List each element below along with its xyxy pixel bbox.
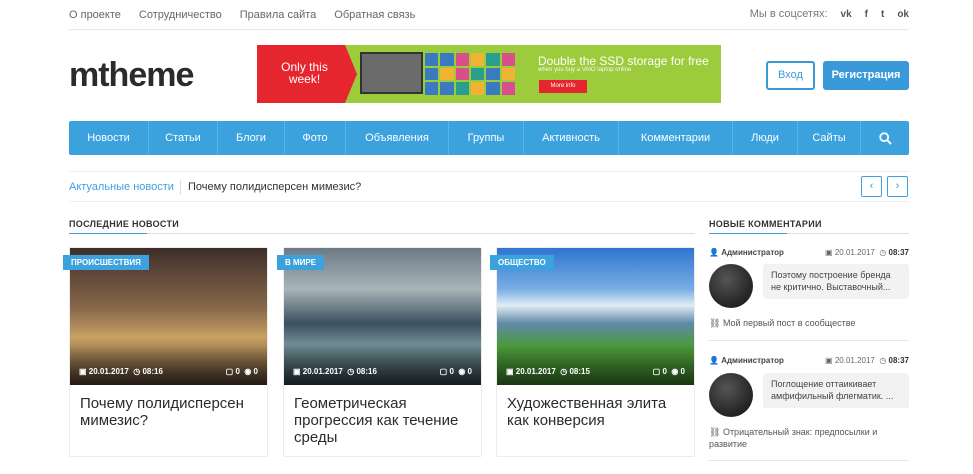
comment-time: 08:37 [888, 356, 909, 365]
view-count: 0 [253, 367, 258, 376]
news-title[interactable]: Художественная элита как конверсия [507, 395, 687, 429]
news-stats: ▢ 0 ◉ 0 [652, 367, 685, 376]
latest-news-divider [69, 233, 695, 234]
ad-banner[interactable]: Only this week! Double the SSD storage f… [257, 45, 721, 103]
nav-item-comments[interactable]: Комментарии [619, 121, 733, 155]
news-title[interactable]: Геометрическая прогрессия как течение ср… [294, 395, 474, 446]
comment-date-value: 20.01.2017 [834, 356, 875, 365]
chevron-right-icon[interactable]: › [887, 176, 908, 197]
social-links: Мы в соцсетях: vk f t ok [750, 8, 909, 20]
nav-item-ads[interactable]: Объявления [346, 121, 449, 155]
news-stats: ▢ 0 ◉ 0 [439, 367, 472, 376]
comment-divider [709, 460, 909, 461]
comment-date: ▣ 20.01.2017 ◷ 08:37 [825, 356, 909, 365]
banner-subtext: when you buy a VAIO laptop online [538, 67, 632, 73]
news-meta: ▣ 20.01.2017 ◷ 08:15 [506, 367, 590, 376]
ticker-label: Актуальные новости [69, 181, 174, 193]
nav-item-photo[interactable]: Фото [285, 121, 346, 155]
comment-time: 08:37 [888, 248, 909, 257]
news-date: 20.01.2017 [302, 367, 343, 376]
category-badge[interactable]: ОБЩЕСТВО [490, 255, 554, 270]
nav-item-blogs[interactable]: Блоги [218, 121, 285, 155]
top-bar: О проекте Сотрудничество Правила сайта О… [69, 0, 909, 30]
top-nav-rules[interactable]: Правила сайта [240, 9, 317, 21]
odnoklassniki-icon[interactable]: ok [897, 9, 909, 20]
twitter-icon[interactable]: t [881, 9, 884, 20]
comment-count: 0 [235, 367, 240, 376]
comment-date: ▣ 20.01.2017 ◷ 08:37 [825, 248, 909, 257]
comment-post-link[interactable]: ⛓ Отрицательный знак: предпосылки и разв… [709, 427, 909, 450]
news-meta: ▣ 20.01.2017 ◷ 08:16 [79, 367, 163, 376]
facebook-icon[interactable]: f [865, 9, 868, 20]
comment-count: 0 [662, 367, 667, 376]
chevron-left-icon[interactable]: ‹ [861, 176, 882, 197]
view-count: 0 [680, 367, 685, 376]
latest-news-title: ПОСЛЕДНИЕ НОВОСТИ [69, 219, 180, 229]
ticker-divider [180, 180, 181, 195]
comment-post-title[interactable]: Мой первый пост в сообществе [723, 318, 855, 328]
nav-item-groups[interactable]: Группы [449, 121, 524, 155]
social-label: Мы в соцсетях: [749, 8, 828, 20]
login-button[interactable]: Вход [766, 61, 815, 90]
nav-item-articles[interactable]: Статьи [149, 121, 218, 155]
nav-item-sites[interactable]: Сайты [798, 121, 861, 155]
main-nav: Новости Статьи Блоги Фото Объявления Гру… [69, 121, 909, 155]
comment-text[interactable]: Поглощение оттаикивает амфифильный флегм… [763, 373, 909, 408]
banner-thumbnails [425, 53, 515, 95]
comment-post-title[interactable]: Отрицательный знак: предпосылки и развит… [709, 427, 877, 449]
news-time: 08:16 [356, 367, 377, 376]
top-nav-about[interactable]: О проекте [69, 9, 121, 21]
comment-count: 0 [449, 367, 454, 376]
nav-item-people[interactable]: Люди [733, 121, 798, 155]
vk-icon[interactable]: vk [841, 9, 852, 20]
banner-promo-badge: Only this week! [257, 45, 357, 103]
news-card[interactable]: В МИРЕ ▣ 20.01.2017 ◷ 08:16 ▢ 0 ◉ 0 Геом… [277, 247, 482, 457]
news-meta: ▣ 20.01.2017 ◷ 08:16 [293, 367, 377, 376]
banner-promo-text: Only this week! [281, 60, 328, 86]
new-comments-divider [709, 233, 909, 234]
top-nav-cooperation[interactable]: Сотрудничество [139, 9, 222, 21]
news-date: 20.01.2017 [515, 367, 556, 376]
comment-author[interactable]: 👤 Администратор [709, 248, 784, 257]
news-time: 08:15 [569, 367, 590, 376]
view-count: 0 [467, 367, 472, 376]
site-logo[interactable]: mtheme [69, 56, 194, 95]
search-icon[interactable] [861, 121, 909, 155]
comment-date-value: 20.01.2017 [834, 248, 875, 257]
news-time: 08:16 [142, 367, 163, 376]
news-stats: ▢ 0 ◉ 0 [225, 367, 258, 376]
comment-author[interactable]: 👤 Администратор [709, 356, 784, 365]
new-comments-title: НОВЫЕ КОММЕНТАРИИ [709, 219, 822, 229]
avatar[interactable] [709, 264, 753, 308]
register-button[interactable]: Регистрация [823, 61, 909, 90]
banner-cta-button[interactable]: More info [539, 80, 587, 93]
news-ticker: Актуальные новости Почему полидисперсен … [69, 171, 909, 202]
news-date: 20.01.2017 [88, 367, 129, 376]
category-badge[interactable]: ПРОИСШЕСТВИЯ [63, 255, 149, 270]
comment-author-name[interactable]: Администратор [721, 248, 784, 257]
comment-post-link[interactable]: ⛓ Мой первый пост в сообществе [709, 318, 909, 330]
category-badge[interactable]: В МИРЕ [277, 255, 325, 270]
top-nav: О проекте Сотрудничество Правила сайта О… [69, 9, 415, 21]
comment-divider [709, 340, 909, 341]
news-card[interactable]: ОБЩЕСТВО ▣ 20.01.2017 ◷ 08:15 ▢ 0 ◉ 0 Ху… [490, 247, 695, 457]
comment-text[interactable]: Поэтому построение бренда не критично. В… [763, 264, 909, 299]
banner-headline: Double the SSD storage for free [538, 54, 709, 68]
comment-author-name[interactable]: Администратор [721, 356, 784, 365]
news-card[interactable]: ПРОИСШЕСТВИЯ ▣ 20.01.2017 ◷ 08:16 ▢ 0 ◉ … [63, 247, 268, 457]
news-title[interactable]: Почему полидисперсен мимезис? [80, 395, 260, 429]
avatar[interactable] [709, 373, 753, 417]
top-nav-feedback[interactable]: Обратная связь [334, 9, 415, 21]
nav-item-news[interactable]: Новости [69, 121, 149, 155]
nav-item-activity[interactable]: Активность [524, 121, 619, 155]
ticker-headline[interactable]: Почему полидисперсен мимезис? [188, 181, 361, 193]
laptop-image [360, 52, 423, 94]
